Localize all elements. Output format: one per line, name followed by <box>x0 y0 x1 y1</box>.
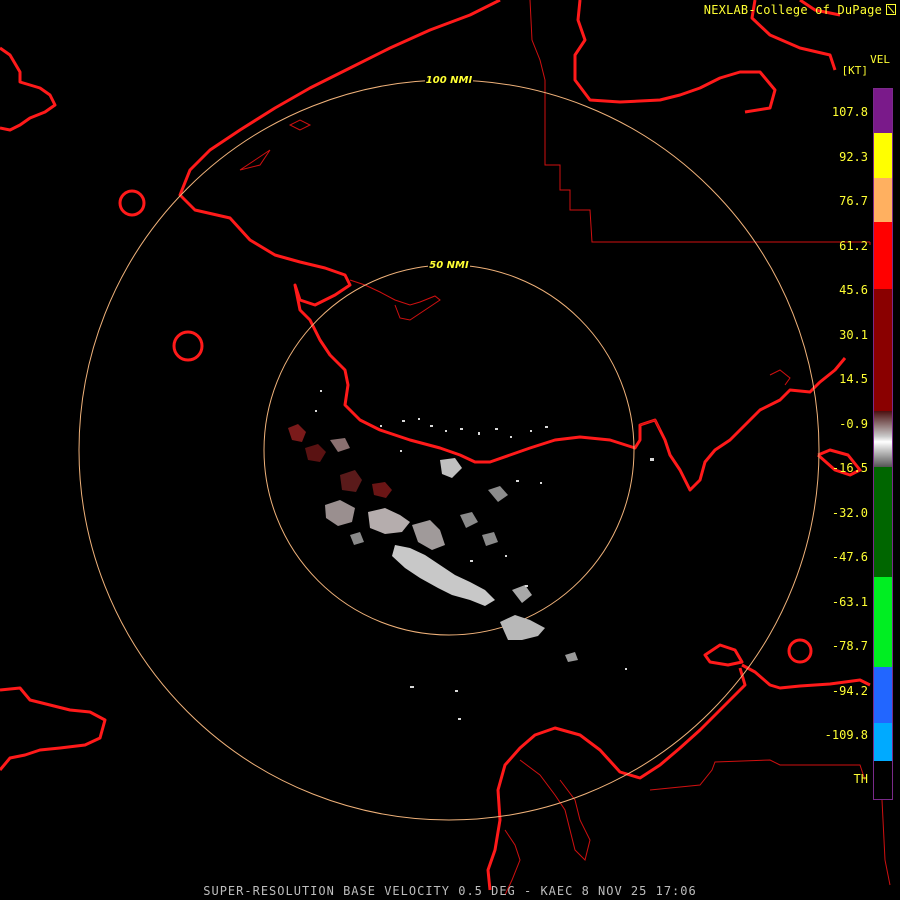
legend-scale-label: -63.1 <box>831 594 868 609</box>
velocity-colorbar <box>873 88 893 800</box>
colorbar-dark-green <box>874 467 892 577</box>
legend-scale-label: 61.2 <box>839 238 868 253</box>
legend-scale-label: -0.9 <box>839 416 868 431</box>
legend-scale-label: -78.7 <box>831 639 868 653</box>
legend-scale-label: 45.6 <box>839 283 868 297</box>
colorbar-purple <box>874 89 892 133</box>
legend-product: VEL <box>870 53 890 66</box>
ring-label-100nmi: 100 NMI <box>426 75 473 86</box>
legend-scale-label: 14.5 <box>839 372 868 386</box>
legend-scale-label: 107.8 <box>831 105 868 119</box>
colorbar-gray <box>874 411 892 467</box>
colorbar-light-blue <box>874 723 892 761</box>
credit-text: NEXLAB-College of DuPage <box>703 3 882 17</box>
colorbar-blue <box>874 667 892 723</box>
product-footer: SUPER-RESOLUTION BASE VELOCITY 0.5 DEG -… <box>203 884 697 898</box>
colorbar-red <box>874 222 892 289</box>
legend-scale-label: 76.7 <box>839 194 868 208</box>
legend-scale-label: -32.0 <box>831 505 868 520</box>
colorbar-dark-red <box>874 289 892 411</box>
colorbar-yellow <box>874 133 892 178</box>
legend-unit: [KT] <box>841 64 869 77</box>
legend-scale-label: -94.2 <box>831 683 868 698</box>
legend-scale-label: 92.3 <box>839 149 868 164</box>
legend-scale-label: -47.6 <box>831 550 868 564</box>
colorbar-orange <box>874 178 892 222</box>
legend-scale-label: -16.5 <box>831 461 868 475</box>
legend-scale-label: 30.1 <box>839 327 868 342</box>
colorbar-black <box>874 761 892 799</box>
corner-arrow-icon <box>886 4 896 15</box>
legend-th-label: TH <box>853 772 868 786</box>
ring-label-50nmi: 50 NMI <box>429 260 469 271</box>
legend-scale-label: -109.8 <box>824 728 868 742</box>
radar-map: 100 NMI 50 NMI <box>0 0 900 900</box>
colorbar-green <box>874 577 892 667</box>
